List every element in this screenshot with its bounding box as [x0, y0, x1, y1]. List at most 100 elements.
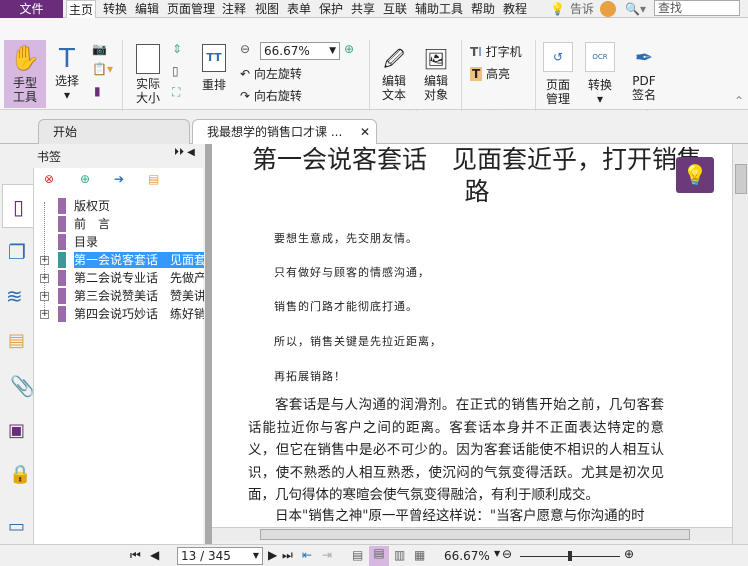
- attachment-icon[interactable]: 📎: [10, 374, 35, 398]
- search-input[interactable]: 查找: [654, 0, 740, 16]
- tab-start[interactable]: 开始: [38, 119, 190, 144]
- single-page-icon[interactable]: ▤: [352, 548, 363, 562]
- search-options-icon[interactable]: 🔍▾: [625, 0, 646, 18]
- horizontal-scrollbar[interactable]: [212, 527, 732, 541]
- status-bar: ⏮ ◀ 13 / 345 ▼ ▶ ⏭ ⇤ ⇥ ▤ ▤ ▥ ▦ 66.67% ▼ ⊖…: [0, 544, 748, 566]
- rotate-right-button[interactable]: ↷ 向右旋转: [240, 87, 302, 104]
- zoom-in-icon[interactable]: ⊕: [344, 42, 354, 56]
- panel-splitter[interactable]: [205, 144, 212, 544]
- security-lock-icon[interactable]: 🔒: [9, 464, 31, 485]
- bookmark-page-icon[interactable]: ▮: [94, 84, 101, 98]
- zoom-slider-thumb[interactable]: [568, 551, 572, 561]
- next-view-icon[interactable]: ⇥: [322, 548, 332, 562]
- select-tool-button[interactable]: T 选择 ▾: [50, 44, 84, 102]
- highlight-button[interactable]: T 高亮: [470, 65, 510, 82]
- menu-form[interactable]: 表单: [287, 0, 311, 18]
- menu-page-mgmt[interactable]: 页面管理: [167, 0, 215, 18]
- pages-icon[interactable]: ❐: [8, 240, 26, 264]
- scroll-thumb[interactable]: [260, 529, 690, 540]
- page-number-input[interactable]: 13 / 345 ▼: [177, 547, 263, 565]
- bookmark-options-icon[interactable]: ▤: [148, 172, 159, 186]
- heart-icon[interactable]: [600, 1, 616, 17]
- edit-object-button[interactable]: 🖼 编辑 对象: [416, 44, 456, 102]
- menu-edit[interactable]: 编辑: [135, 0, 159, 18]
- fit-width-icon[interactable]: ▯: [172, 64, 179, 78]
- comments-icon[interactable]: ▤: [8, 330, 25, 351]
- ocr-icon: OCR: [585, 42, 615, 72]
- rotate-right-icon: ↷: [240, 89, 251, 103]
- menu-home[interactable]: 主页: [66, 0, 97, 19]
- clipboard-icon[interactable]: 📋▾: [92, 62, 113, 76]
- chevron-down-icon: ▾: [63, 88, 71, 102]
- bookmark-item[interactable]: 第一会说客套话 见面套近乎，打开销售路: [74, 252, 204, 268]
- bookmark-item[interactable]: 第三会说赞美话 赞美讲技巧: [74, 288, 204, 304]
- expand-icon[interactable]: +: [40, 292, 49, 301]
- lightbulb-icon[interactable]: 💡: [550, 0, 565, 18]
- page-mgmt-button[interactable]: ↺ 页面 管理: [540, 42, 576, 106]
- menu-view[interactable]: 视图: [255, 0, 279, 18]
- scroll-thumb[interactable]: [735, 164, 747, 194]
- expand-panel-icon[interactable]: ⏵⏵ ◀: [174, 147, 195, 158]
- layers-icon[interactable]: ≋: [6, 284, 23, 308]
- close-icon[interactable]: ✕: [360, 120, 370, 144]
- bookmarks-panel-icon[interactable]: ▯: [2, 184, 34, 228]
- tell-me[interactable]: 告诉: [570, 0, 594, 18]
- zoom-select[interactable]: 66.67% ▼: [260, 42, 340, 60]
- hand-tool-button[interactable]: ✋ 手型 工具: [4, 40, 46, 108]
- vertical-scrollbar[interactable]: [732, 144, 748, 544]
- zoom-slider[interactable]: [520, 551, 620, 561]
- snapshot-icon[interactable]: 📷: [92, 42, 107, 56]
- continuous-facing-icon[interactable]: ▦: [414, 548, 425, 562]
- file-menu[interactable]: 文件: [0, 0, 63, 18]
- add-bookmark-icon[interactable]: ⊕: [80, 172, 90, 186]
- menu-protect[interactable]: 保护: [319, 0, 343, 18]
- menu-annotate[interactable]: 注释: [222, 0, 246, 18]
- expand-icon[interactable]: +: [40, 256, 49, 265]
- delete-bookmark-icon[interactable]: ⊗: [44, 172, 54, 186]
- bookmark-item[interactable]: 版权页: [74, 198, 204, 214]
- zoom-out-icon[interactable]: ⊖: [502, 547, 512, 561]
- tab-document[interactable]: 我最想学的销售口才课 ... ✕: [192, 119, 377, 144]
- pen-signature-icon: ✒: [634, 46, 654, 71]
- signature-icon[interactable]: ▣: [8, 420, 25, 441]
- zoom-out-icon[interactable]: ⊖: [240, 42, 250, 56]
- edit-text-button[interactable]: 🖉 编辑 文本: [376, 44, 412, 102]
- bookmark-item[interactable]: 目录: [74, 234, 204, 250]
- bookmark-item[interactable]: 前 言: [74, 216, 204, 232]
- fit-visible-icon[interactable]: ⛶: [172, 85, 180, 100]
- chevron-down-icon[interactable]: ▼: [494, 549, 500, 558]
- tips-lightbulb-button[interactable]: 💡: [676, 157, 714, 193]
- prev-page-icon[interactable]: ◀: [150, 548, 159, 562]
- menu-accessibility[interactable]: 辅助工具: [415, 0, 463, 18]
- content-icon[interactable]: ▭: [8, 516, 25, 537]
- actual-size-button[interactable]: 实际 大小: [130, 44, 166, 105]
- collapse-ribbon-icon[interactable]: ⌃: [734, 94, 744, 108]
- pdf-sign-button[interactable]: ✒ PDF 签名: [626, 44, 662, 102]
- rotate-left-button[interactable]: ↶ 向左旋转: [240, 65, 302, 82]
- menu-connect[interactable]: 互联: [383, 0, 407, 18]
- bookmark-item[interactable]: 第二会说专业话 先做产品专家: [74, 270, 204, 286]
- bookmark-item[interactable]: 第四会说巧妙话 练好销售口才: [74, 306, 204, 322]
- zoom-in-icon[interactable]: ⊕: [624, 547, 634, 561]
- last-page-icon[interactable]: ⏭: [282, 548, 293, 563]
- menu-help[interactable]: 帮助: [471, 0, 495, 18]
- document-page: 第一会说客套话 见面套近乎，打开销售路 要想生意成，先交朋友情。 只有做好与顾客…: [212, 144, 732, 527]
- continuous-page-icon[interactable]: ▤: [369, 546, 389, 566]
- facing-page-icon[interactable]: ▥: [394, 548, 405, 562]
- expand-icon[interactable]: +: [40, 310, 49, 319]
- zoom-level[interactable]: 66.67%: [444, 549, 490, 563]
- menu-tutorial[interactable]: 教程: [503, 0, 527, 18]
- convert-button[interactable]: OCR 转换 ▾: [583, 42, 617, 106]
- reflow-button[interactable]: TT 重排: [198, 44, 230, 92]
- fit-page-icon[interactable]: ⇕: [172, 42, 182, 56]
- expand-icon[interactable]: +: [40, 274, 49, 283]
- menu-share[interactable]: 共享: [351, 0, 375, 18]
- body-paragraph-partial: 日本"销售之神"原一平曾经这样说："当客户愿意与你沟通的时: [275, 508, 645, 524]
- menu-convert[interactable]: 转换: [103, 0, 127, 18]
- typewriter-button[interactable]: TI 打字机: [470, 43, 522, 60]
- first-page-icon[interactable]: ⏮: [130, 548, 141, 563]
- previous-view-icon[interactable]: ⇤: [302, 548, 312, 562]
- reflow-icon: TT: [202, 44, 226, 72]
- go-to-bookmark-icon[interactable]: ➔: [114, 172, 124, 186]
- next-page-icon[interactable]: ▶: [268, 548, 277, 562]
